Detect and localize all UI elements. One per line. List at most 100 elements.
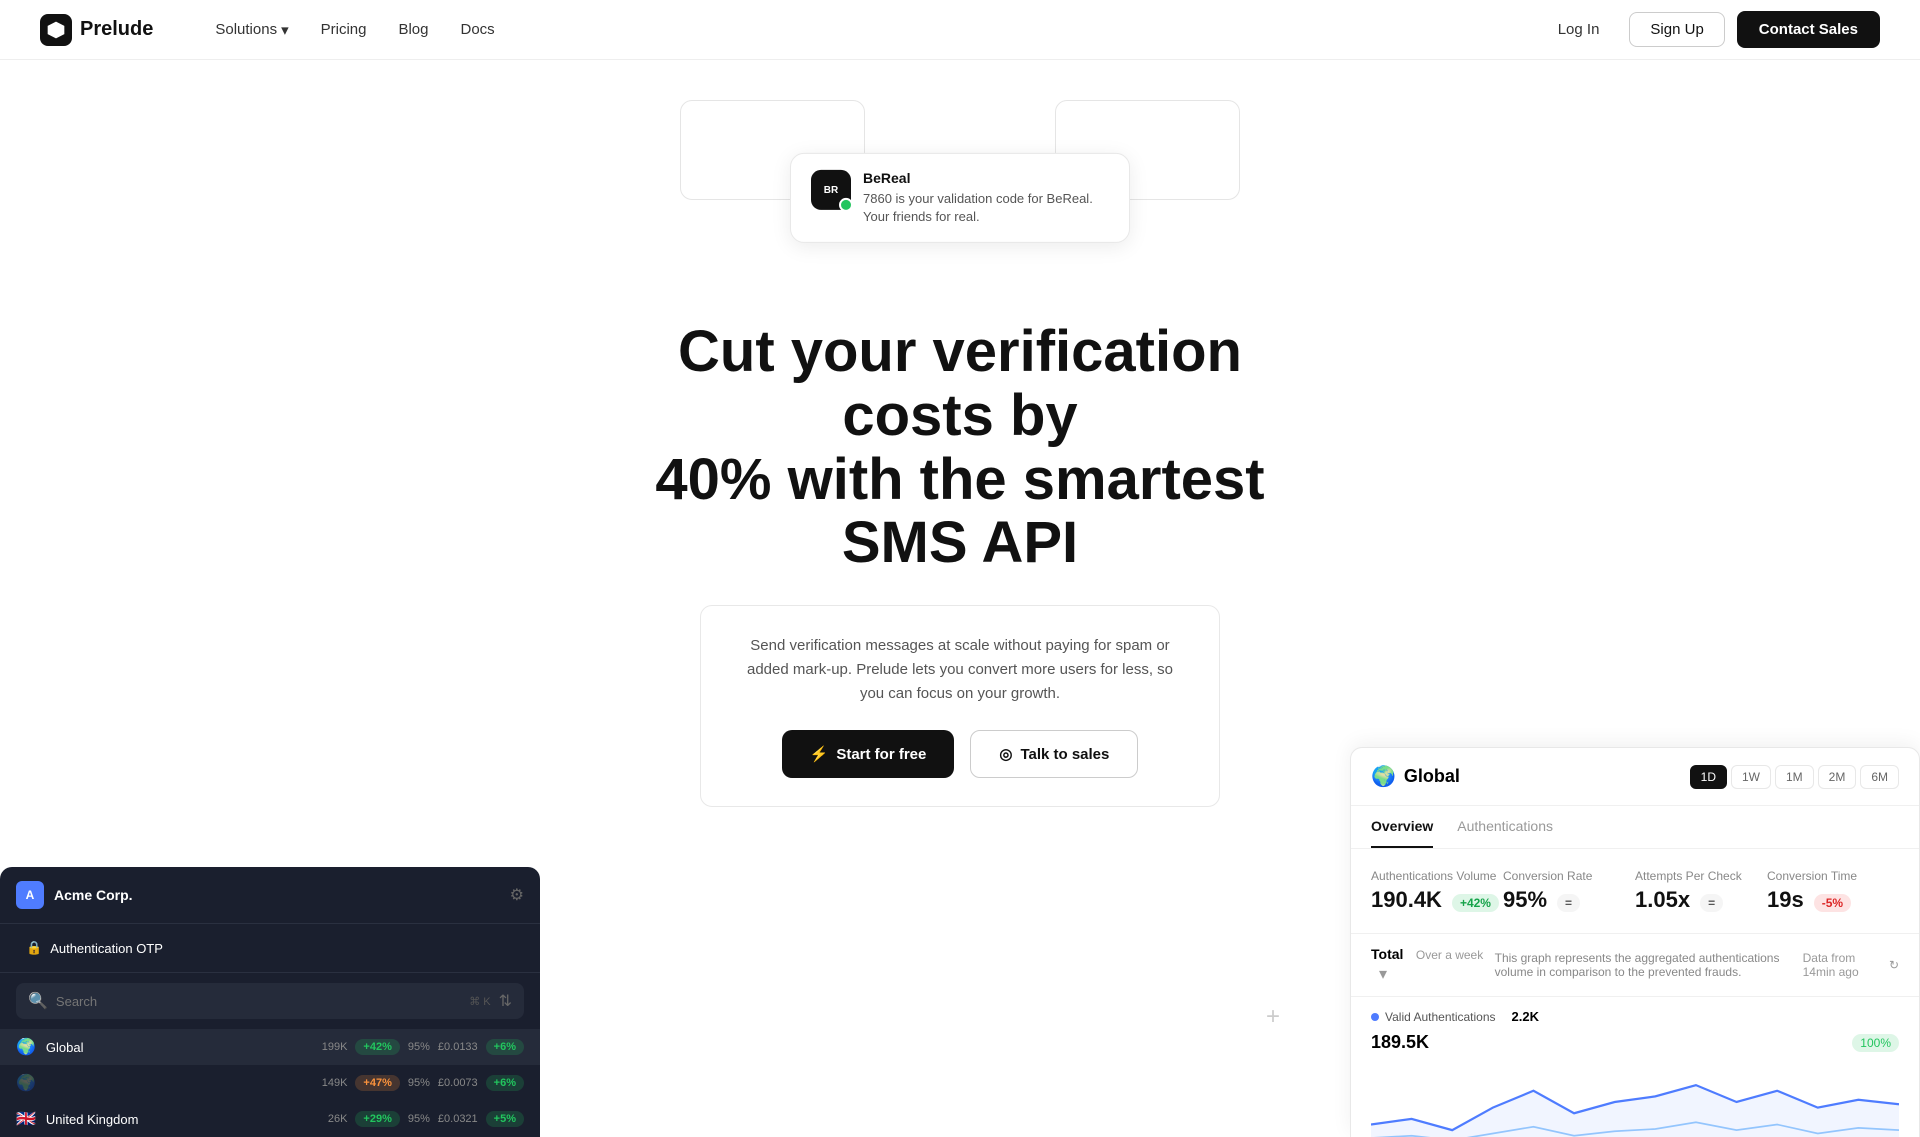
dash-nav: 🔒 Authentication OTP [0, 924, 540, 973]
uk-flag: 🇬🇧 [16, 1109, 36, 1129]
top-widgets: BR BeReal 7860 is your validation code f… [670, 80, 1250, 280]
refresh-icon[interactable]: ↻ [1889, 958, 1899, 972]
total-info: Total Over a week ▾ [1371, 946, 1495, 984]
bottom-section: + A Acme Corp. ⚙ 🔒 Authentication OTP [0, 897, 1920, 1137]
analytics-tabs: Overview Authentications [1351, 806, 1919, 849]
row2-vol: 149K [322, 1077, 348, 1089]
metric-attempts: Attempts Per Check 1.05x = [1635, 865, 1767, 917]
row2-pct: 95% [408, 1077, 430, 1089]
chart-values-row: 189.5K 100% [1371, 1032, 1899, 1053]
row2-cost: £0.0073 [438, 1077, 478, 1089]
talk-sales-button[interactable]: ◎ Talk to sales [970, 730, 1138, 778]
analytics-panel: 🌍 Global 1D 1W 1M 2M 6M Overview Authent… [1350, 747, 1920, 1137]
chart-legend-row: Valid Authentications 2.2K [1371, 1009, 1899, 1024]
metric-conv-time: Conversion Time 19s -5% [1767, 865, 1899, 917]
total-row: Total Over a week ▾ This graph represent… [1351, 934, 1919, 997]
sort-icon[interactable]: ⇅ [499, 991, 512, 1011]
search-shortcut: ⌘ K [469, 995, 490, 1008]
chevron-down-icon: ▾ [1379, 966, 1387, 983]
row2-change1: +47% [355, 1075, 399, 1091]
hero-section: Cut your verification costs by 40% with … [610, 320, 1310, 837]
row2-stats: 149K +47% 95% £0.0073 +6% [322, 1075, 524, 1091]
hero-title: Cut your verification costs by 40% with … [610, 320, 1310, 575]
hero-description: Send verification messages at scale with… [741, 634, 1179, 706]
company-avatar: A [16, 881, 44, 909]
lightning-icon: ⚡ [810, 745, 829, 763]
tab-authentications[interactable]: Authentications [1457, 806, 1553, 848]
settings-icon[interactable]: ⚙ [510, 885, 524, 905]
analytics-header: 🌍 Global 1D 1W 1M 2M 6M [1351, 748, 1919, 806]
valid-auth-dot [1371, 1013, 1379, 1021]
uk-change1: +29% [355, 1111, 399, 1127]
chart-area: Valid Authentications 2.2K 189.5K 100% [1351, 997, 1919, 1137]
filter-2m[interactable]: 2M [1818, 765, 1857, 789]
chart-svg [1371, 1057, 1899, 1137]
globe-icon: 🌍 [1371, 764, 1396, 789]
uk-vol: 26K [328, 1113, 348, 1125]
filter-1m[interactable]: 1M [1775, 765, 1814, 789]
nav-right: Log In Sign Up Contact Sales [1540, 11, 1880, 48]
logo-text: Prelude [80, 18, 153, 41]
time-filters: 1D 1W 1M 2M 6M [1690, 765, 1899, 789]
row2-change2: +6% [486, 1075, 524, 1091]
region-global-name: Global [46, 1040, 322, 1055]
bereal-logo: BR [811, 170, 851, 210]
dashboard-panel: A Acme Corp. ⚙ 🔒 Authentication OTP 🔍 ⌘ … [0, 867, 540, 1137]
global-stats: 199K +42% 95% £0.0133 +6% [322, 1039, 524, 1055]
shield-icon: 🔒 [26, 940, 42, 956]
navbar: Prelude Solutions ▾ Pricing Blog Docs Lo… [0, 0, 1920, 60]
logo[interactable]: Prelude [40, 14, 153, 46]
filter-1d[interactable]: 1D [1690, 765, 1727, 789]
valid-auth-legend: Valid Authentications [1371, 1009, 1496, 1024]
bereal-message: 7860 is your validation code for BeReal.… [863, 190, 1109, 226]
bereal-notification: BR BeReal 7860 is your validation code f… [790, 153, 1130, 243]
region-uk[interactable]: 🇬🇧 United Kingdom 26K +29% 95% £0.0321 +… [0, 1101, 540, 1137]
uk-pct: 95% [408, 1113, 430, 1125]
green-status-dot [839, 198, 853, 212]
analytics-title: 🌍 Global [1371, 764, 1460, 789]
global-cost: £0.0133 [438, 1041, 478, 1053]
contact-sales-button[interactable]: Contact Sales [1737, 11, 1880, 48]
uk-cost: £0.0321 [438, 1113, 478, 1125]
metric-auth-volume: Authentications Volume 190.4K +42% [1371, 865, 1503, 917]
global-pct: 95% [408, 1041, 430, 1053]
eye-icon: ◎ [999, 745, 1012, 763]
company-name: Acme Corp. [54, 887, 133, 903]
logo-icon [40, 14, 72, 46]
bereal-content: BeReal 7860 is your validation code for … [863, 170, 1109, 226]
search-bar[interactable]: 🔍 ⌘ K ⇅ [16, 983, 524, 1019]
nav-pricing[interactable]: Pricing [307, 15, 381, 44]
data-timestamp: Data from 14min ago ↻ [1803, 951, 1899, 979]
login-button[interactable]: Log In [1540, 13, 1618, 46]
global-icon: 🌍 [16, 1037, 36, 1057]
uk-stats: 26K +29% 95% £0.0321 +5% [328, 1111, 524, 1127]
nav-docs[interactable]: Docs [447, 15, 509, 44]
company-selector[interactable]: A Acme Corp. [16, 881, 133, 909]
main-content: BR BeReal 7860 is your validation code f… [0, 0, 1920, 1137]
metrics-grid: Authentications Volume 190.4K +42% Conve… [1351, 849, 1919, 934]
global-change2: +6% [486, 1039, 524, 1055]
chart-pct-badge: 100% [1852, 1034, 1899, 1052]
region-global[interactable]: 🌍 Global 199K +42% 95% £0.0133 +6% [0, 1029, 540, 1065]
nav-blog[interactable]: Blog [384, 15, 442, 44]
search-icon: 🔍 [28, 991, 48, 1011]
nav-auth-otp[interactable]: 🔒 Authentication OTP [16, 932, 524, 964]
search-input[interactable] [56, 994, 461, 1009]
nav-solutions[interactable]: Solutions ▾ [201, 15, 302, 45]
total-right: This graph represents the aggregated aut… [1495, 951, 1899, 979]
chevron-down-icon: ▾ [281, 21, 289, 39]
row2-icon: 🌍 [16, 1073, 36, 1093]
chart-value-high: 2.2K [1512, 1009, 1539, 1024]
hero-desc-box: Send verification messages at scale with… [700, 605, 1220, 807]
filter-1w[interactable]: 1W [1731, 765, 1771, 789]
filter-6m[interactable]: 6M [1860, 765, 1899, 789]
bereal-name: BeReal [863, 170, 1109, 186]
signup-button[interactable]: Sign Up [1629, 12, 1724, 47]
start-free-button[interactable]: ⚡ Start for free [782, 730, 955, 778]
nav-links: Solutions ▾ Pricing Blog Docs [201, 15, 1539, 45]
dash-header: A Acme Corp. ⚙ [0, 867, 540, 924]
tab-overview[interactable]: Overview [1371, 806, 1433, 848]
region-row2[interactable]: 🌍 149K +47% 95% £0.0073 +6% [0, 1065, 540, 1101]
region-uk-name: United Kingdom [46, 1112, 328, 1127]
chart-main-value: 189.5K [1371, 1032, 1429, 1053]
